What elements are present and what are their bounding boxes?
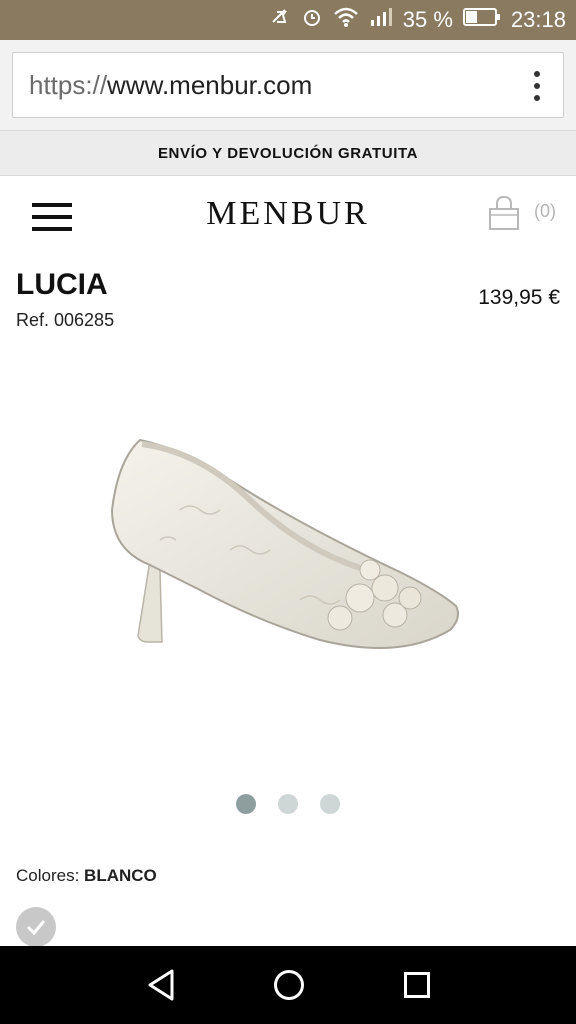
cart-count[interactable]: (0) — [534, 201, 556, 222]
color-value: BLANCO — [84, 866, 157, 885]
clock: 23:18 — [510, 7, 566, 32]
color-swatch-blanco[interactable] — [16, 907, 56, 947]
product-ref: Ref. 006285 — [16, 310, 115, 330]
alarm-icon — [301, 6, 323, 34]
product-image[interactable] — [0, 360, 576, 770]
colors-label: Colores: — [16, 866, 80, 885]
colors-line: Colores: BLANCO — [16, 866, 157, 886]
status-bar: 35 % 23:18 — [0, 0, 576, 40]
signal-icon — [369, 6, 393, 34]
android-nav-bar — [0, 946, 576, 1024]
battery-icon — [462, 7, 501, 33]
home-icon[interactable] — [274, 970, 304, 1000]
wifi-icon — [333, 6, 359, 34]
product-name: LUCIA — [16, 268, 108, 301]
url-scheme: https:// — [29, 69, 108, 100]
gallery-dot-1[interactable] — [236, 794, 256, 814]
recents-icon[interactable] — [404, 972, 430, 998]
mute-icon — [269, 6, 291, 34]
url-field[interactable]: https://www.menbur.com — [12, 52, 564, 118]
promo-banner: ENVÍO Y DEVOLUCIÓN GRATUITA — [0, 130, 576, 176]
gallery-pagination — [0, 794, 576, 814]
gallery-dot-2[interactable] — [278, 794, 298, 814]
browser-toolbar: https://www.menbur.com — [0, 40, 576, 130]
product-price: 139,95 € — [478, 286, 560, 309]
back-icon[interactable] — [146, 968, 176, 1007]
check-icon — [26, 920, 46, 936]
shopping-bag-icon[interactable] — [486, 195, 522, 231]
gallery-dot-3[interactable] — [320, 794, 340, 814]
overflow-menu-icon[interactable] — [533, 71, 541, 101]
url-host: www.menbur.com — [107, 69, 313, 100]
battery-percent: 35 % — [402, 7, 453, 32]
site-header: MENBUR (0) — [0, 177, 576, 257]
